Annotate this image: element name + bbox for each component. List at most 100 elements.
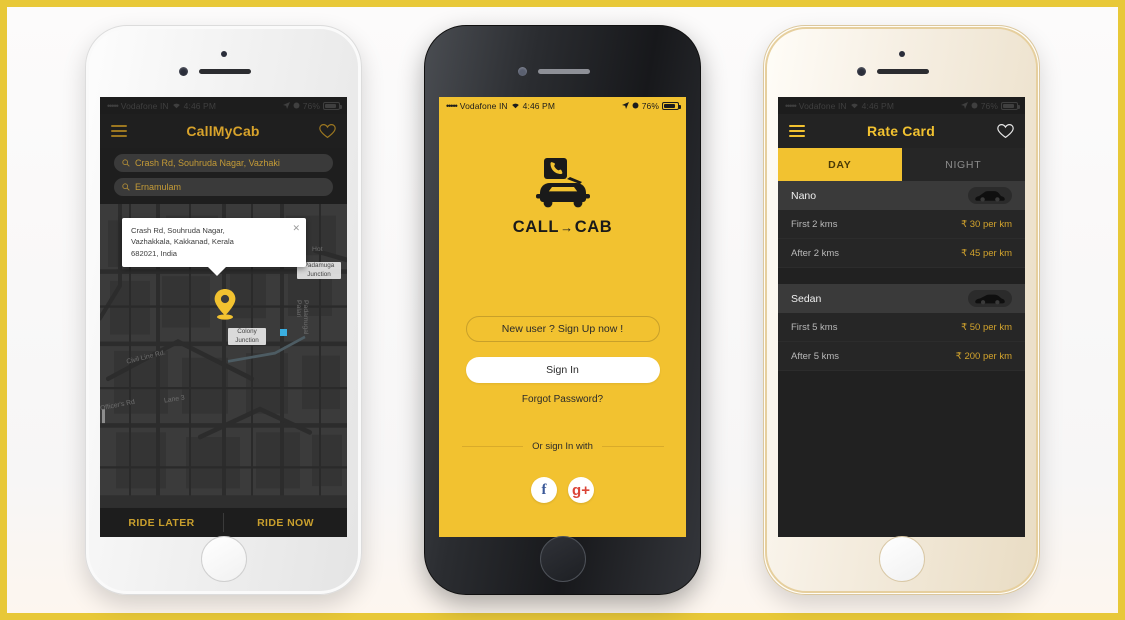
fare-row: After 2 kms ₹ 45 per km <box>778 239 1025 268</box>
status-bar: ••••• Vodafone IN 4:46 PM 76% <box>100 97 347 114</box>
battery-percent-label: 76% <box>980 100 998 111</box>
map-road-label: Padamugal Palari <box>295 300 309 335</box>
tab-night[interactable]: NIGHT <box>901 148 1025 181</box>
logo-text-left: CALL <box>512 218 560 236</box>
fare-price: ₹ 30 per km <box>961 218 1012 230</box>
drop-search-input[interactable]: Ernamulam <box>114 178 333 196</box>
sensor-icon <box>221 51 227 57</box>
location-arrow-icon <box>282 101 290 111</box>
logo-text-right: CAB <box>574 218 613 236</box>
section-gap <box>778 268 1025 284</box>
info-line-1: Crash Rd, Souhruda Nagar, <box>131 226 225 235</box>
divider-line <box>461 446 524 447</box>
rate-card-body: DAY NIGHT Nano First 2 kms ₹ 30 per km A… <box>778 148 1025 537</box>
location-arrow-icon <box>621 101 629 111</box>
logo-wordmark: CALL → CAB <box>513 218 613 237</box>
day-night-tabs: DAY NIGHT <box>778 148 1025 181</box>
ride-now-button[interactable]: RIDE NOW <box>224 508 347 537</box>
forgot-password-link[interactable]: Forgot Password? <box>522 394 603 405</box>
hamburger-menu-icon[interactable] <box>789 125 805 137</box>
battery-icon <box>1001 101 1020 110</box>
carrier-label: Vodafone IN <box>798 100 847 111</box>
wifi-icon <box>850 101 859 111</box>
heart-icon[interactable] <box>997 123 1014 139</box>
time-label: 4:46 PM <box>522 100 556 111</box>
home-button[interactable] <box>539 536 586 582</box>
battery-icon <box>662 101 681 110</box>
drop-value: Ernamulam <box>135 182 182 192</box>
map-canvas[interactable]: Civil Line Rd. Lane 3 Officer's Rd Padam… <box>100 204 347 507</box>
home-button[interactable] <box>878 536 925 582</box>
earpiece-speaker <box>538 69 590 74</box>
carrier-label: Vodafone IN <box>459 100 508 111</box>
signup-button[interactable]: New user ? Sign Up now ! <box>465 316 660 342</box>
heart-icon[interactable] <box>319 123 336 139</box>
category-row-sedan[interactable]: Sedan <box>778 284 1025 313</box>
fare-label: First 5 kms <box>791 321 838 333</box>
fare-price: ₹ 200 per km <box>955 350 1012 362</box>
car-silhouette-icon <box>968 290 1012 307</box>
tab-day[interactable]: DAY <box>778 148 902 181</box>
map-navbar: CallMyCab <box>100 114 347 148</box>
fare-price: ₹ 45 per km <box>961 247 1012 259</box>
category-row-nano[interactable]: Nano <box>778 181 1025 210</box>
app-logo: CALL → CAB <box>513 158 613 237</box>
fare-label: After 2 kms <box>791 247 840 259</box>
alarm-icon <box>632 101 639 111</box>
hamburger-menu-icon[interactable] <box>111 125 127 137</box>
ride-actions-bar: RIDE LATER RIDE NOW <box>100 507 347 537</box>
ride-later-button[interactable]: RIDE LATER <box>100 508 223 537</box>
wifi-icon <box>511 101 520 111</box>
screen-login: ••••• Vodafone IN 4:46 PM 76% CALL → CAB… <box>439 97 686 537</box>
facebook-icon[interactable]: f <box>531 477 557 503</box>
map-label-colony: Colony Junction <box>228 328 266 345</box>
phones-showcase: ••••• Vodafone IN 4:46 PM 76% CallMyCab … <box>7 7 1118 613</box>
time-label: 4:46 PM <box>861 100 895 111</box>
battery-percent-label: 76% <box>302 100 320 111</box>
close-icon[interactable]: ✕ <box>292 222 300 236</box>
or-label: Or sign In with <box>532 441 593 452</box>
battery-icon <box>323 101 342 110</box>
social-login-buttons: f g+ <box>531 477 594 503</box>
signal-dots-icon: ••••• <box>785 100 797 111</box>
signal-dots-icon: ••••• <box>446 100 458 111</box>
status-bar: ••••• Vodafone IN 4:46 PM 76% <box>778 97 1025 114</box>
divider-line <box>601 446 664 447</box>
location-arrow-icon <box>960 101 968 111</box>
fare-label: After 5 kms <box>791 350 840 362</box>
map-poi-label: Hot <box>312 246 323 253</box>
info-line-3: 682021, India <box>131 248 178 258</box>
map-info-window: ✕ Crash Rd, Souhruda Nagar, Vazhakkala, … <box>122 218 306 277</box>
search-icon <box>122 159 130 167</box>
phone-top-hardware <box>763 47 1040 87</box>
page-title: Rate Card <box>867 123 935 139</box>
pickup-search-input[interactable]: Crash Rd, Souhruda Nagar, Vazhaki <box>114 154 333 172</box>
sensor-icon <box>899 51 905 57</box>
front-camera-icon <box>518 67 527 76</box>
fare-row: First 2 kms ₹ 30 per km <box>778 210 1025 239</box>
google-plus-icon[interactable]: g+ <box>568 477 594 503</box>
info-line-2: Vazhakkala, Kakkanad, Kerala <box>131 237 234 247</box>
or-divider: Or sign In with <box>461 441 664 452</box>
fare-price: ₹ 50 per km <box>961 321 1012 333</box>
phone-mockup-rate-card: ••••• Vodafone IN 4:46 PM 76% Rate Card … <box>763 25 1040 595</box>
pickup-value: Crash Rd, Souhruda Nagar, Vazhaki <box>135 158 280 168</box>
rate-card-navbar: Rate Card <box>778 114 1025 148</box>
map-blue-marker <box>280 329 287 336</box>
home-button[interactable] <box>200 536 247 582</box>
login-screen: CALL → CAB New user ? Sign Up now ! Sign… <box>439 114 686 537</box>
time-label: 4:46 PM <box>183 100 217 111</box>
logo-arrow-icon: → <box>560 220 574 235</box>
phone-mockup-login: ••••• Vodafone IN 4:46 PM 76% CALL → CAB… <box>424 25 701 595</box>
search-zone: Crash Rd, Souhruda Nagar, Vazhaki Ernamu… <box>100 148 347 204</box>
front-camera-icon <box>179 67 188 76</box>
earpiece-speaker <box>877 69 929 74</box>
phone-top-hardware <box>85 47 362 87</box>
search-icon <box>122 183 130 191</box>
fare-row: First 5 kms ₹ 50 per km <box>778 313 1025 342</box>
map-pin-icon[interactable] <box>212 288 238 320</box>
screen-map: ••••• Vodafone IN 4:46 PM 76% CallMyCab … <box>100 97 347 537</box>
alarm-icon <box>293 101 300 111</box>
signin-button[interactable]: Sign In <box>465 357 660 383</box>
carrier-label: Vodafone IN <box>120 100 169 111</box>
